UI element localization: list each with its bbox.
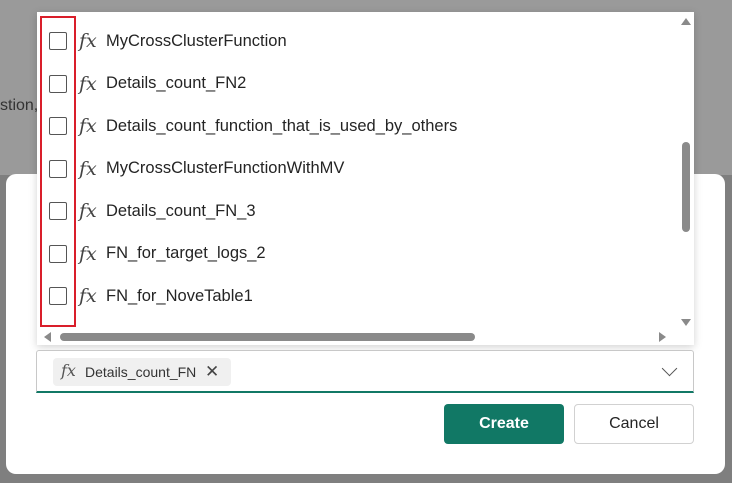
function-icon: fx [79, 72, 97, 95]
list-item[interactable]: fx MyCrossClusterFunctionWithMV [37, 148, 677, 190]
horizontal-scrollbar[interactable] [37, 328, 677, 345]
background-text: stion, [0, 97, 39, 114]
item-label: Details_count_FN2 [106, 74, 247, 92]
item-label: Details_count_FN_3 [106, 201, 256, 220]
list-item[interactable]: fx Details_count_FN_3 [37, 190, 677, 232]
item-label: MyCrossClusterFunctionWithMV [106, 159, 345, 177]
function-icon: fx [79, 115, 97, 137]
scroll-right-arrow-icon[interactable] [659, 332, 666, 342]
horizontal-scroll-thumb[interactable] [60, 333, 475, 341]
list-item[interactable]: fx Details_count_function_that_is_used_by… [37, 105, 677, 147]
item-label: FN_for_target_logs_2 [106, 244, 266, 262]
vertical-scrollbar[interactable] [677, 12, 694, 328]
function-icon: fx [61, 361, 76, 380]
vertical-scroll-thumb[interactable] [682, 142, 690, 232]
item-label: Details_count_function_that_is_used_by_o… [106, 116, 458, 135]
item-label: FN_for_NoveTable1 [106, 286, 253, 305]
function-icon: fx [79, 285, 97, 307]
list-item[interactable]: fx MyCrossClusterFunction [37, 20, 677, 62]
chip-remove-icon[interactable]: ✕ [205, 362, 219, 382]
function-icon: fx [79, 30, 97, 52]
function-icon: fx [79, 200, 97, 222]
function-select-field[interactable]: fx Details_count_FN ✕ [36, 350, 694, 393]
list-item[interactable]: fx FN_for_NoveTable1 [37, 275, 677, 317]
chevron-down-icon[interactable] [661, 360, 678, 377]
selected-function-chip: fx Details_count_FN ✕ [53, 358, 231, 386]
chip-label: Details_count_FN [85, 364, 197, 380]
function-icon: fx [79, 157, 97, 180]
scroll-up-arrow-icon[interactable] [681, 18, 691, 25]
scroll-down-arrow-icon[interactable] [681, 319, 691, 326]
item-label: MyCrossClusterFunction [106, 31, 287, 50]
create-button[interactable]: Create [444, 404, 564, 444]
scroll-left-arrow-icon[interactable] [44, 332, 51, 342]
checkbox-highlight [40, 16, 76, 327]
function-list-popup: fx MyCrossClusterFunction fx Details_count_… [37, 12, 694, 345]
list-item[interactable]: fx FN_for_target_logs_2 [37, 233, 677, 275]
function-icon: fx [79, 242, 97, 265]
cancel-button[interactable]: Cancel [574, 404, 694, 444]
list-item[interactable]: fx Details_count_FN2 [37, 63, 677, 105]
